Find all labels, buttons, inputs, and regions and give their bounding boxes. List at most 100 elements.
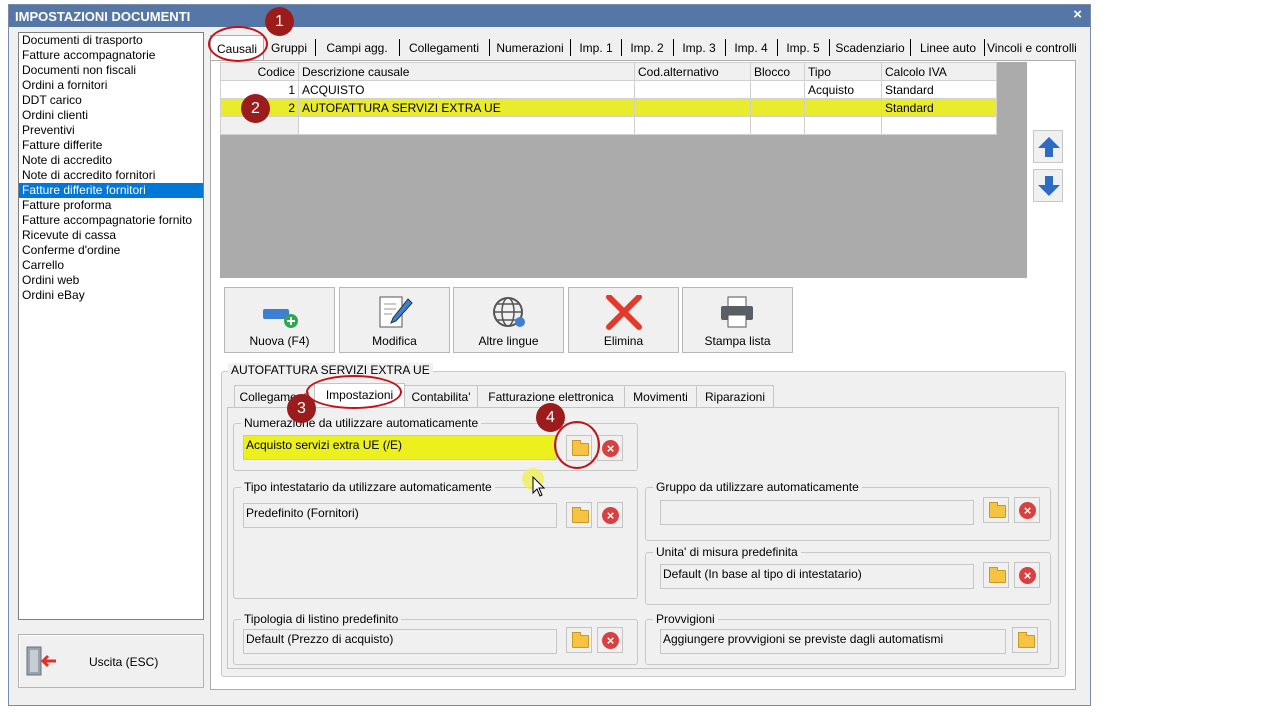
listino-label: Tipologia di listino predefinito [241,612,402,626]
numerazione-field[interactable]: Acquisto servizi extra UE (/E) [243,435,557,460]
table-cell: Acquisto [804,80,882,99]
gruppo-field[interactable] [660,500,974,525]
delete-button[interactable]: Elimina [568,287,679,353]
detail-group-title: AUTOFATTURA SERVIZI EXTRA UE [228,363,433,377]
tab-collegamenti[interactable]: Collegamenti [402,35,486,60]
highlight-ring-browse [554,421,600,469]
table-cell [881,116,997,135]
window-title: IMPOSTAZIONI DOCUMENTI [9,5,1090,27]
unita-misura-browse-button[interactable] [983,562,1009,588]
list-item-selected[interactable]: Fatture differite fornitori [19,183,203,198]
print-list-button[interactable]: Stampa lista [682,287,793,353]
list-item[interactable]: Fatture proforma [19,198,203,213]
list-item[interactable]: Documenti non fiscali [19,63,203,78]
provvigioni-field[interactable]: Aggiungere provvigioni se previste dagli… [660,629,1006,654]
column-header[interactable]: Cod.alternativo [634,62,751,81]
tab-vincoli-e-controlli[interactable]: Vincoli e controlli [987,35,1081,60]
numerazione-clear-button[interactable]: × [597,435,623,461]
other-languages-button-label: Altre lingue [478,334,539,348]
list-item[interactable]: DDT carico [19,93,203,108]
unita-misura-field[interactable]: Default (In base al tipo di intestatario… [660,564,974,589]
listino-field[interactable]: Default (Prezzo di acquisto) [243,629,557,654]
delete-x-icon [606,295,642,330]
clear-x-icon: × [602,507,619,524]
subtab-movimenti[interactable]: Movimenti [624,385,697,408]
tab-separator [984,39,985,56]
tab-linee-auto[interactable]: Linee auto [913,35,983,60]
table-cell [804,98,882,117]
list-item[interactable]: Ordini web [19,273,203,288]
column-header[interactable]: Blocco [750,62,805,81]
edit-button[interactable]: Modifica [339,287,450,353]
highlight-ring-causali [208,26,268,62]
table-row[interactable]: 1 ACQUISTO Acquisto Standard [220,80,997,99]
table-cell: ACQUISTO [298,80,635,99]
table-cell [750,116,805,135]
list-item[interactable]: Ordini a fornitori [19,78,203,93]
tab-imp-4[interactable]: Imp. 4 [728,35,774,60]
list-item[interactable]: Note di accredito fornitori [19,168,203,183]
tab-imp-5[interactable]: Imp. 5 [780,35,826,60]
tab-separator [777,39,778,56]
table-row-new[interactable] [220,116,997,135]
document-type-list[interactable]: Documenti di trasporto Fatture accompagn… [18,32,204,620]
tab-campi-agg[interactable]: Campi agg. [318,35,396,60]
list-item[interactable]: Note di accredito [19,153,203,168]
folder-icon [572,507,589,523]
edit-button-label: Modifica [372,334,417,348]
printer-icon [721,296,753,328]
subtab-contabilita[interactable]: Contabilita' [404,385,478,408]
list-item[interactable]: Fatture accompagnatorie fornito [19,213,203,228]
move-down-button[interactable] [1033,169,1063,202]
list-item[interactable]: Carrello [19,258,203,273]
folder-icon [1018,632,1035,648]
list-item[interactable]: Ordini clienti [19,108,203,123]
listino-clear-button[interactable]: × [597,627,623,653]
tipo-intestatario-clear-button[interactable]: × [597,502,623,528]
table-header-row: Codice Descrizione causale Cod.alternati… [220,62,997,81]
tipo-intestatario-field[interactable]: Predefinito (Fornitori) [243,503,557,528]
tab-numerazioni[interactable]: Numerazioni [492,35,568,60]
tab-gruppi[interactable]: Gruppi [268,35,310,60]
table-cell [298,116,635,135]
column-header[interactable]: Codice [220,62,299,81]
print-list-button-label: Stampa lista [704,334,771,348]
list-item[interactable]: Preventivi [19,123,203,138]
clear-x-icon: × [1019,502,1036,519]
tab-separator [399,39,400,56]
tab-imp-3[interactable]: Imp. 3 [676,35,722,60]
causali-grid[interactable]: Codice Descrizione causale Cod.alternati… [220,62,1027,278]
folder-icon [989,502,1006,518]
other-languages-button[interactable]: Altre lingue [453,287,564,353]
gruppo-clear-button[interactable]: × [1014,497,1040,523]
arrow-up-icon [1038,137,1060,157]
move-up-button[interactable] [1033,130,1063,163]
column-header[interactable]: Descrizione causale [298,62,635,81]
unita-misura-clear-button[interactable]: × [1014,562,1040,588]
column-header[interactable]: Calcolo IVA [881,62,997,81]
new-button[interactable]: Nuova (F4) [224,287,335,353]
table-row-selected[interactable]: 2 AUTOFATTURA SERVIZI EXTRA UE Standard [220,98,997,117]
table-cell [634,80,751,99]
tipo-intestatario-browse-button[interactable] [566,502,592,528]
gruppo-browse-button[interactable] [983,497,1009,523]
list-item[interactable]: Fatture accompagnatorie [19,48,203,63]
list-item[interactable]: Fatture differite [19,138,203,153]
clear-x-icon: × [1019,567,1036,584]
clear-x-icon: × [602,632,619,649]
exit-button[interactable]: Uscita (ESC) [18,634,204,688]
tab-scadenziario[interactable]: Scadenziario [832,35,908,60]
list-item[interactable]: Documenti di trasporto [19,33,203,48]
tab-separator [829,39,830,56]
highlight-ring-impostazioni [306,375,402,409]
subtab-riparazioni[interactable]: Riparazioni [696,385,774,408]
list-item[interactable]: Conferme d'ordine [19,243,203,258]
list-item[interactable]: Ordini eBay [19,288,203,303]
column-header[interactable]: Tipo [804,62,882,81]
close-icon[interactable]: × [1073,6,1082,23]
provvigioni-browse-button[interactable] [1012,627,1038,653]
list-item[interactable]: Ricevute di cassa [19,228,203,243]
tab-imp-1[interactable]: Imp. 1 [573,35,619,60]
tab-imp-2[interactable]: Imp. 2 [624,35,670,60]
listino-browse-button[interactable] [566,627,592,653]
